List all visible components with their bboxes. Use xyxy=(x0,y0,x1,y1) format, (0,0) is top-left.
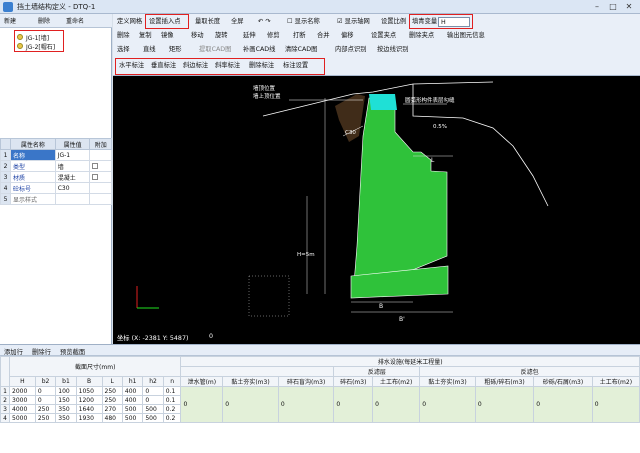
extend-button[interactable]: 延伸 xyxy=(243,29,256,43)
label-text: B xyxy=(379,303,383,310)
add-row-button[interactable]: 添加行 xyxy=(4,347,23,356)
label-text: B' xyxy=(399,316,405,323)
prop-name: 材质 xyxy=(10,171,56,183)
toolbar-row-3: 选择 直线 矩形 提取CAD图 补画CAD线 清除CAD图 内部点识别 按边线识… xyxy=(113,43,640,57)
trim-button[interactable]: 修剪 xyxy=(267,29,280,43)
vertical-dim-button[interactable]: 垂直标注 xyxy=(151,59,176,73)
delete-button[interactable]: 删除 xyxy=(38,16,50,25)
window-title: 挡土墙结构定义 - DTQ-1 xyxy=(17,3,96,11)
delete-tool-button[interactable]: 删除 xyxy=(117,29,130,43)
maximize-icon[interactable]: □ xyxy=(606,1,620,12)
close-icon[interactable]: ✕ xyxy=(622,1,636,12)
prop-name: 类型 xyxy=(10,160,56,172)
rectangle-button[interactable]: 矩形 xyxy=(169,43,182,57)
highlight-box xyxy=(145,14,189,29)
tree-item[interactable]: JG-2[帽石] xyxy=(17,42,55,51)
preview-section-button[interactable]: 预览截面 xyxy=(60,347,85,356)
delete-grip-button[interactable]: 删除夹点 xyxy=(409,29,434,43)
toolbar-row-4: 水平标注 垂直标注 斜边标注 斜率标注 删除标注 标注设置 xyxy=(113,59,640,73)
set-scale-button[interactable]: 设置比例 xyxy=(381,15,406,29)
status-value: 0 xyxy=(209,333,214,340)
left-pane: 新建 删除 重命名 JG-1[墙] JG-2[帽石] 属性名称 属性值 附加 1 名称… xyxy=(0,14,112,344)
show-name-checkbox[interactable]: ☐ 显示名称 xyxy=(287,15,320,29)
checkbox[interactable] xyxy=(92,174,99,180)
clear-cad-button[interactable]: 清除CAD图 xyxy=(285,43,317,57)
parameter-grid: 截面尺寸(mm) 排水设施(每延米工程量) 反滤层 反滤包 H b2 b1 B … xyxy=(0,356,640,423)
new-button[interactable]: 新建 xyxy=(4,16,16,25)
minimize-icon[interactable]: – xyxy=(590,1,604,12)
col-header: 属性名称 xyxy=(10,138,56,150)
select-button[interactable]: 选择 xyxy=(117,43,130,57)
bottom-toolbar: 添加行 删除行 预览截面 xyxy=(0,345,640,356)
inner-point-identify-button[interactable]: 内部点识别 xyxy=(335,43,366,57)
rotate-button[interactable]: 旋转 xyxy=(215,29,228,43)
toolbar-row-1: 定义网格 设置插入点 量取长度 全屏 ↶ ↷ ☐ 显示名称 ☑ 显示轴网 设置比… xyxy=(113,14,640,29)
label-text: 墙上顶位置 xyxy=(253,92,281,100)
prop-value[interactable]: 混凝土 xyxy=(54,171,91,183)
delete-row-button[interactable]: 删除行 xyxy=(32,347,51,356)
define-grid-button[interactable]: 定义网格 xyxy=(117,15,142,29)
move-button[interactable]: 移动 xyxy=(191,29,204,43)
slant-dim-button[interactable]: 斜边标注 xyxy=(183,59,208,73)
fullscreen-button[interactable]: 全屏 xyxy=(231,15,244,29)
copy-button[interactable]: 复制 xyxy=(139,29,152,43)
prop-value[interactable]: JG-1 xyxy=(54,149,91,161)
status-bar: 坐标 (X: -2381 Y: 5487) 0 xyxy=(113,330,640,344)
tree-item[interactable]: JG-1[墙] xyxy=(17,33,49,42)
dim-settings-button[interactable]: 标注设置 xyxy=(283,59,308,73)
group-header: 排水设施(每延米工程量) xyxy=(180,356,640,367)
sub-header: 反滤层 xyxy=(333,366,421,377)
left-toolbar: 新建 删除 重命名 xyxy=(0,14,112,28)
toolbar-row-2: 删除 复制 镜像 移动 旋转 延伸 修剪 打断 合并 偏移 设置夹点 删除夹点 … xyxy=(113,29,640,43)
variable-select[interactable]: H xyxy=(438,17,470,27)
coordinate-readout: 坐标 (X: -2381 Y: 5487) xyxy=(117,335,189,342)
drawing-canvas[interactable]: 墙顶位置 墙上顶位置 圆弧形构件表层勾缝 C30 0.5% H=5m B' B … xyxy=(113,76,640,334)
label-text: C30 xyxy=(345,130,356,136)
label-text: L xyxy=(431,157,435,164)
undo-icon[interactable]: ↶ ↷ xyxy=(258,15,271,29)
line-button[interactable]: 直线 xyxy=(143,43,156,57)
sub-header: 反滤包 xyxy=(419,366,640,377)
component-tree: JG-1[墙] JG-2[帽石] xyxy=(14,30,64,52)
col-header: 附加 xyxy=(89,138,112,150)
merge-button[interactable]: 合并 xyxy=(317,29,330,43)
slope-dim-button[interactable]: 斜率标注 xyxy=(215,59,240,73)
label-text: 墙顶位置 xyxy=(253,84,276,92)
table-row[interactable]: 1 2000 0 100 1050 250 400 0 0.1 000 000 000 xyxy=(0,386,640,423)
rename-button[interactable]: 重命名 xyxy=(66,16,84,25)
drawing-toolbar: 定义网格 设置插入点 量取长度 全屏 ↶ ↷ ☐ 显示名称 ☑ 显示轴网 设置比… xyxy=(113,14,640,76)
prop-value[interactable]: C30 xyxy=(54,182,91,194)
measure-length-button[interactable]: 量取长度 xyxy=(195,15,220,29)
extract-cad-button[interactable]: 提取CAD图 xyxy=(199,43,231,57)
horizontal-dim-button[interactable]: 水平标注 xyxy=(119,59,144,73)
export-info-button[interactable]: 输出图元信息 xyxy=(447,29,485,43)
component-icon xyxy=(17,43,23,49)
prop-value[interactable]: 墙 xyxy=(54,160,91,172)
offset-button[interactable]: 偏移 xyxy=(341,29,354,43)
property-table: 属性名称 属性值 附加 1 名称 JG-1 2 类型墙 3 材质 混凝土 4 砼标号 C30 5显… xyxy=(0,138,112,216)
prop-name[interactable]: 显示样式 xyxy=(10,193,56,205)
label-text: H=5m xyxy=(297,252,315,258)
label-text: 圆弧形构件表层勾缝 xyxy=(405,96,455,104)
mirror-button[interactable]: 镜像 xyxy=(161,29,174,43)
set-grip-button[interactable]: 设置夹点 xyxy=(371,29,396,43)
cad-drawing: 墙顶位置 墙上顶位置 圆弧形构件表层勾缝 C30 0.5% H=5m B' B … xyxy=(136,81,549,323)
delete-dim-button[interactable]: 删除标注 xyxy=(249,59,274,73)
app-icon xyxy=(3,2,13,12)
checkbox[interactable] xyxy=(92,163,99,169)
prop-name: 砼标号 xyxy=(10,182,56,194)
group-header: 截面尺寸(mm) xyxy=(8,356,182,377)
col-header: 属性值 xyxy=(54,138,91,150)
add-cad-line-button[interactable]: 补画CAD线 xyxy=(243,43,275,57)
label-text: 0.5% xyxy=(433,124,447,130)
fill-variable-label: 填青变量 xyxy=(412,18,438,25)
edge-identify-button[interactable]: 按边线识别 xyxy=(377,43,408,57)
parameter-panel: 添加行 删除行 预览截面 截面尺寸(mm) 排水设施(每延米工程量) 反滤层 反… xyxy=(0,344,640,453)
show-axis-checkbox[interactable]: ☑ 显示轴网 xyxy=(337,15,370,29)
break-button[interactable]: 打断 xyxy=(293,29,306,43)
title-bar: 挡土墙结构定义 - DTQ-1 – □ ✕ xyxy=(0,0,640,14)
component-icon xyxy=(17,34,23,40)
prop-name: 名称 xyxy=(10,149,56,161)
